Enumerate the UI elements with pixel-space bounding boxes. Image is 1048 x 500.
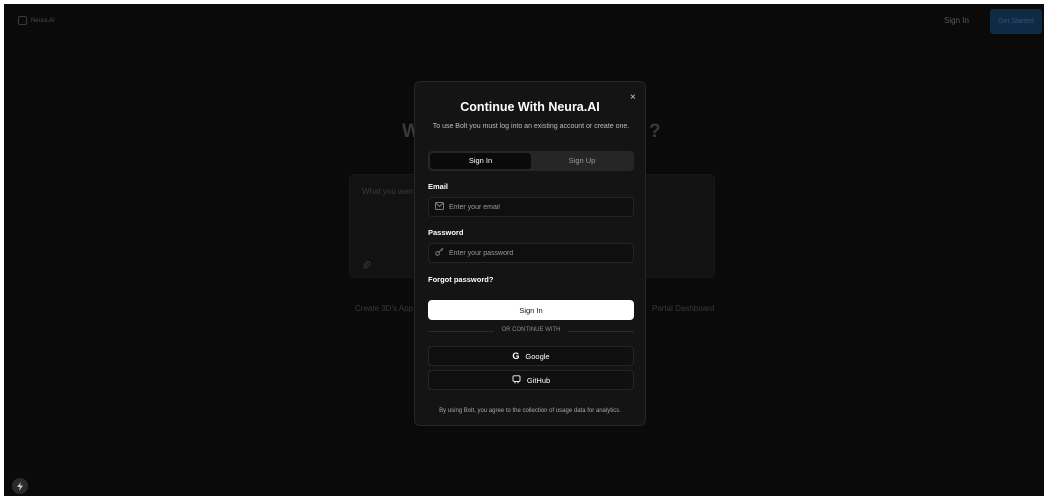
- password-label: Password: [428, 228, 464, 237]
- suggestion-chip-left[interactable]: Create 3D's App: [355, 304, 413, 313]
- hero-heading-end: ?: [649, 121, 661, 142]
- tab-sign-in[interactable]: Sign In: [430, 153, 531, 169]
- github-button[interactable]: GitHub: [428, 370, 634, 390]
- sign-in-button[interactable]: Sign In: [428, 300, 634, 320]
- nav-signin-button[interactable]: Sign In: [944, 16, 969, 25]
- app-window: Neura.AI Sign In Get Started W ? What yo…: [4, 4, 1044, 496]
- auth-tabs: Sign In Sign Up: [428, 151, 634, 171]
- github-icon: [512, 374, 521, 386]
- get-started-button[interactable]: Get Started: [990, 9, 1042, 34]
- mail-icon: [435, 201, 444, 213]
- attach-icon[interactable]: [362, 260, 371, 272]
- forgot-password-link[interactable]: Forgot password?: [428, 275, 493, 284]
- google-label: Google: [525, 351, 550, 361]
- suggestion-chip-right[interactable]: Portal Dashboard: [652, 304, 714, 313]
- google-icon: G: [512, 351, 520, 361]
- password-field-wrapper: [428, 243, 634, 263]
- google-button[interactable]: G Google: [428, 346, 634, 366]
- modal-subtitle: To use Bolt you must log into an existin…: [432, 123, 630, 130]
- bolt-icon[interactable]: [12, 478, 28, 494]
- top-navbar: Neura.AI Sign In Get Started: [4, 4, 1044, 40]
- email-input[interactable]: [449, 198, 629, 216]
- brand-name: Neura.AI: [31, 17, 55, 24]
- github-label: GitHub: [526, 375, 551, 385]
- prompt-placeholder: What you wan: [362, 187, 413, 196]
- email-field-wrapper: [428, 197, 634, 217]
- tab-sign-up[interactable]: Sign Up: [532, 153, 632, 169]
- email-label: Email: [428, 182, 449, 191]
- key-icon: [435, 247, 444, 259]
- usage-notice: By using Bolt, you agree to the collecti…: [439, 408, 621, 414]
- password-input[interactable]: [449, 244, 629, 262]
- auth-modal: × Continue With Neura.AI To use Bolt you…: [414, 81, 646, 426]
- divider-text: OR CONTINUE WITH: [501, 327, 561, 333]
- brand-logo[interactable]: Neura.AI: [18, 16, 55, 25]
- logo-icon: [18, 16, 27, 25]
- modal-title: Continue With Neura.AI: [460, 100, 600, 114]
- divider-right: [568, 331, 634, 332]
